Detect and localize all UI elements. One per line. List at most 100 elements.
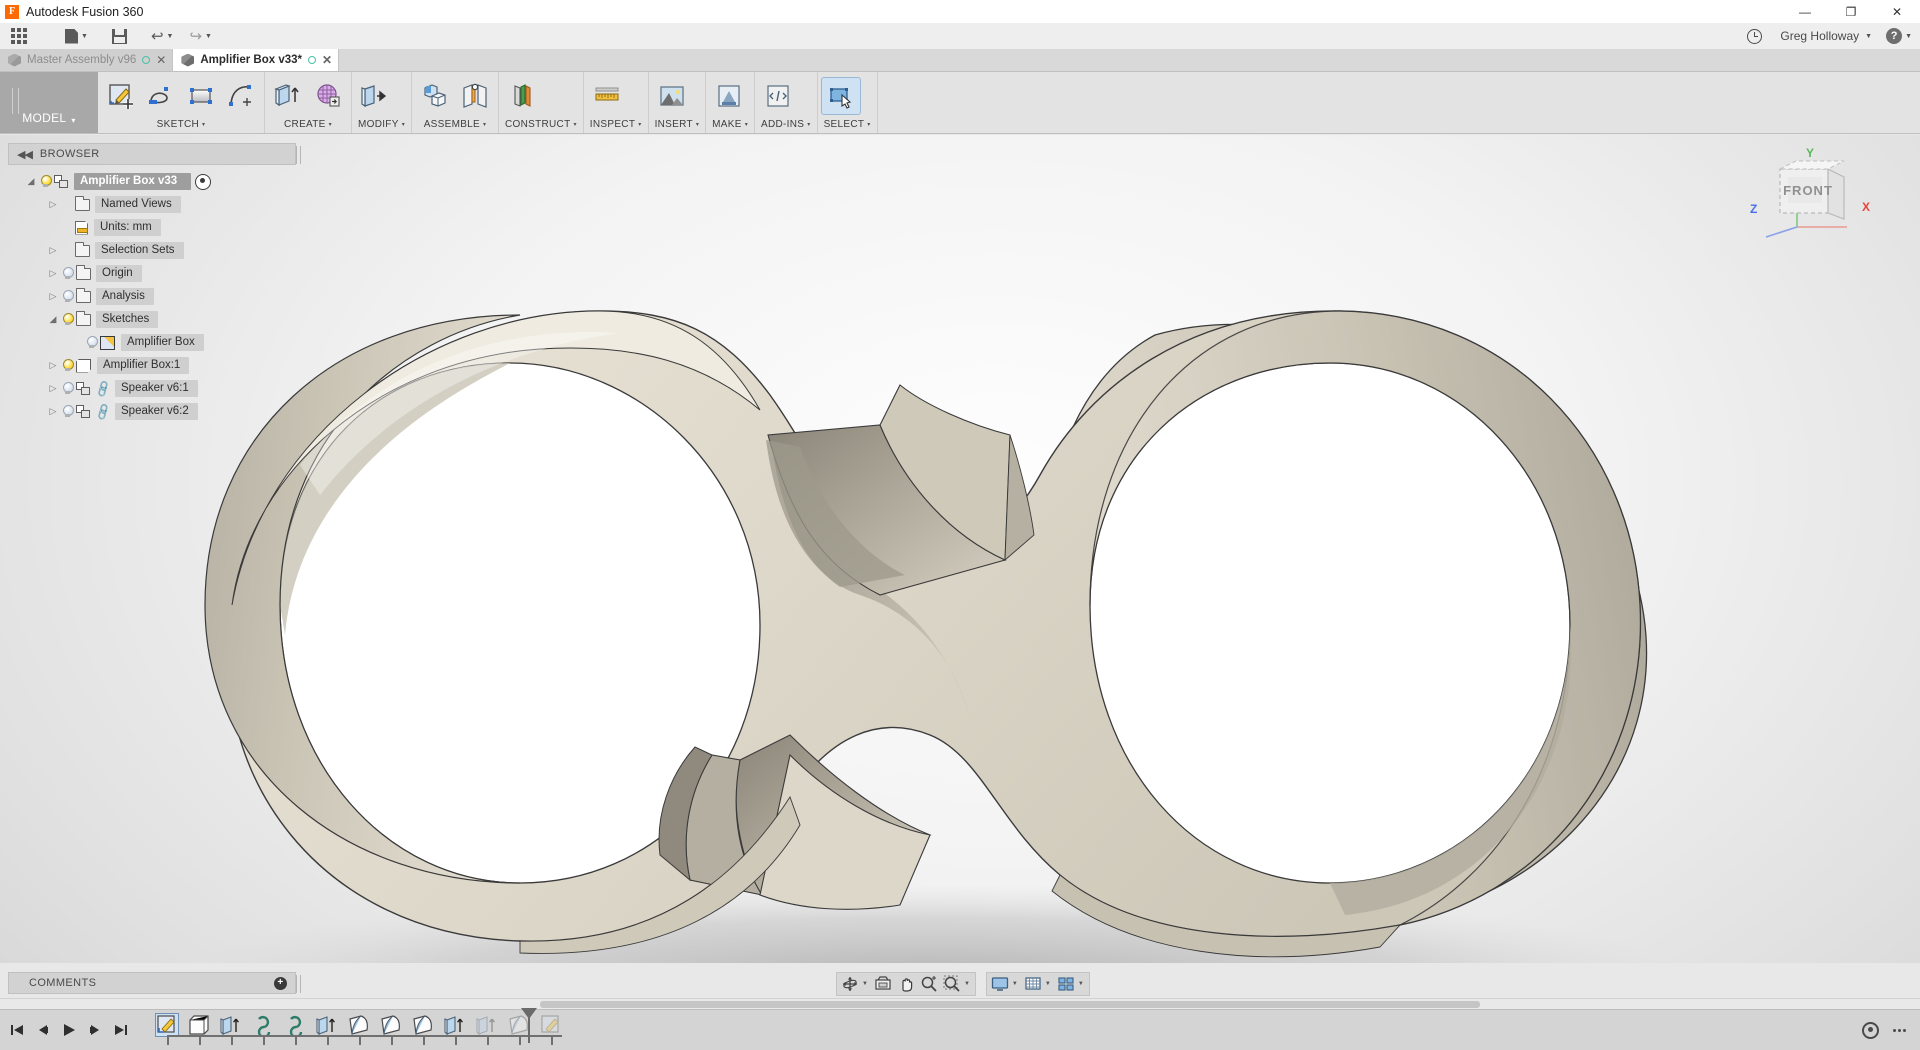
arc-button[interactable]	[222, 78, 260, 114]
chevron-down-icon[interactable]: ▼	[964, 981, 973, 987]
step-forward-button[interactable]	[84, 1019, 106, 1041]
new-component-button[interactable]	[416, 78, 454, 114]
chevron-down-icon[interactable]: ▼	[862, 981, 871, 987]
tree-item-speaker-v6-1[interactable]: 🔗 Speaker v6:1	[8, 377, 308, 400]
chevron-down-icon[interactable]: ▼	[1905, 33, 1912, 40]
tree-item-sketch-amplifier-box[interactable]: Amplifier Box	[8, 331, 308, 354]
viewports-button[interactable]	[1055, 974, 1077, 994]
scripts-addins-button[interactable]	[759, 78, 797, 114]
close-icon[interactable]: ✕	[156, 54, 166, 66]
help-icon[interactable]: ?	[1886, 28, 1902, 44]
ribbon-group-label[interactable]: ASSEMBLE ▾	[412, 116, 498, 133]
visibility-bulb-icon[interactable]	[84, 335, 99, 350]
extrude-button[interactable]	[269, 78, 307, 114]
timeline-feature-fillet[interactable]	[412, 1014, 434, 1036]
ribbon-group-label[interactable]: MAKE ▾	[706, 116, 754, 133]
chevron-down-icon[interactable]: ▼	[1078, 981, 1087, 987]
comments-panel-header[interactable]: COMMENTS +	[8, 972, 296, 994]
tree-item-units[interactable]: Units: mm	[8, 216, 308, 239]
maximize-button[interactable]: ❐	[1828, 0, 1874, 23]
ribbon-group-label[interactable]: SELECT ▾	[818, 116, 877, 133]
tree-item-named-views[interactable]: Named Views	[8, 193, 308, 216]
ribbon-group-label[interactable]: INSERT ▾	[649, 116, 706, 133]
timeline-feature-joint[interactable]	[284, 1014, 306, 1036]
visibility-bulb-icon[interactable]	[60, 358, 75, 373]
skip-to-end-button[interactable]	[110, 1019, 132, 1041]
view-cube[interactable]: Y X Z FRONT	[1750, 145, 1870, 245]
visibility-bulb-icon[interactable]	[38, 174, 53, 189]
insert-mcmaster-button[interactable]	[653, 78, 691, 114]
panel-resize-grip[interactable]	[296, 975, 301, 993]
timeline-feature-fillet[interactable]	[348, 1014, 370, 1036]
form-button[interactable]	[309, 78, 347, 114]
timeline-feature-body[interactable]	[188, 1014, 210, 1036]
chevron-down-icon[interactable]: ▼	[1045, 981, 1054, 987]
tree-item-selection-sets[interactable]: Selection Sets	[8, 239, 308, 262]
recent-files-icon[interactable]	[1747, 29, 1762, 44]
panel-resize-grip[interactable]	[296, 146, 301, 164]
tree-item-sketches[interactable]: Sketches	[8, 308, 308, 331]
display-settings-button[interactable]	[989, 974, 1011, 994]
measure-button[interactable]	[588, 78, 626, 114]
joint-button[interactable]	[456, 78, 494, 114]
user-name-label[interactable]: Greg Holloway	[1780, 29, 1859, 43]
rectangle-button[interactable]	[182, 78, 220, 114]
visibility-bulb-icon[interactable]	[60, 289, 75, 304]
grid-snap-button[interactable]	[1022, 974, 1044, 994]
twisty-icon[interactable]	[46, 383, 60, 394]
new-document-button[interactable]: ▼	[60, 23, 93, 50]
offset-plane-button[interactable]	[503, 78, 541, 114]
chevron-down-icon[interactable]: ▼	[1012, 981, 1021, 987]
ribbon-group-label[interactable]: CONSTRUCT ▾	[499, 116, 583, 133]
ribbon-group-label[interactable]: SKETCH ▾	[98, 116, 264, 133]
twisty-icon[interactable]	[46, 199, 60, 210]
press-pull-button[interactable]	[356, 78, 394, 114]
timeline-feature-sketch-suppressed[interactable]	[540, 1014, 562, 1036]
close-icon[interactable]: ✕	[322, 54, 332, 66]
timeline-feature-joint[interactable]	[252, 1014, 274, 1036]
visibility-bulb-icon[interactable]	[60, 404, 75, 419]
tab-amplifier-box[interactable]: Amplifier Box v33* ✕	[173, 49, 339, 71]
minimize-button[interactable]: —	[1782, 0, 1828, 23]
timeline-track[interactable]	[156, 1010, 562, 1050]
undo-button[interactable]: ↩ ▼	[146, 23, 179, 50]
ribbon-group-label[interactable]: MODIFY ▾	[352, 116, 411, 133]
step-back-button[interactable]	[32, 1019, 54, 1041]
create-sketch-button[interactable]	[102, 78, 140, 114]
tab-master-assembly[interactable]: Master Assembly v96 ✕	[0, 49, 173, 71]
visibility-bulb-icon[interactable]	[60, 312, 75, 327]
ribbon-group-label[interactable]: CREATE ▾	[265, 116, 351, 133]
more-options-icon[interactable]	[1893, 1029, 1906, 1032]
pan-button[interactable]	[895, 974, 917, 994]
tree-item-amplifier-box-v33[interactable]: Amplifier Box v33	[8, 170, 308, 193]
spline-button[interactable]	[142, 78, 180, 114]
workspace-selector[interactable]: MODEL ▾	[0, 72, 98, 133]
tree-item-speaker-v6-2[interactable]: 🔗 Speaker v6:2	[8, 400, 308, 423]
zoom-button[interactable]	[918, 974, 940, 994]
play-button[interactable]	[58, 1019, 80, 1041]
twisty-icon[interactable]	[46, 268, 60, 279]
timeline-feature-extrude[interactable]	[220, 1014, 242, 1036]
twisty-icon[interactable]	[46, 245, 60, 256]
visibility-bulb-icon[interactable]	[60, 381, 75, 396]
gear-icon[interactable]	[1862, 1022, 1879, 1039]
twisty-icon[interactable]	[46, 360, 60, 371]
twisty-icon[interactable]	[46, 406, 60, 417]
orbit-button[interactable]	[839, 974, 861, 994]
timeline-feature-extrude-suppressed[interactable]	[476, 1014, 498, 1036]
timeline-feature-extrude[interactable]	[316, 1014, 338, 1036]
save-button[interactable]	[107, 23, 132, 50]
add-comment-icon[interactable]: +	[274, 977, 287, 990]
visibility-bulb-icon[interactable]	[60, 266, 75, 281]
select-tool-button[interactable]	[822, 78, 860, 114]
chevron-down-icon[interactable]: ▼	[1865, 33, 1872, 40]
zoom-window-button[interactable]	[941, 974, 963, 994]
ribbon-group-label[interactable]: INSPECT ▾	[584, 116, 648, 133]
timeline-feature-fillet[interactable]	[380, 1014, 402, 1036]
redo-button[interactable]: ↪ ▼	[184, 23, 217, 50]
skip-to-start-button[interactable]	[6, 1019, 28, 1041]
viewcube-face-label[interactable]: FRONT	[1783, 183, 1833, 198]
collapse-icon[interactable]: ◀◀	[17, 148, 32, 161]
timeline-feature-extrude[interactable]	[444, 1014, 466, 1036]
twisty-icon[interactable]	[46, 291, 60, 302]
